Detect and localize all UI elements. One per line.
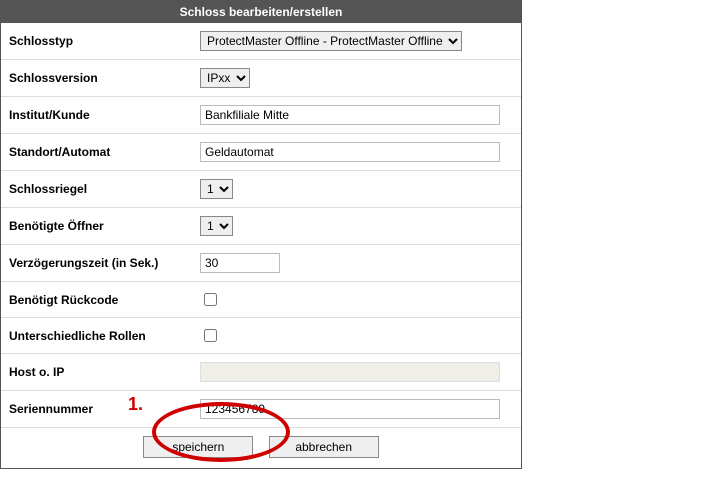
field-host — [200, 362, 500, 382]
input-seriennummer[interactable] — [200, 399, 500, 419]
form-table: Schlosstyp ProtectMaster Offline - Prote… — [1, 23, 521, 428]
label-standort: Standort/Automat — [1, 134, 192, 171]
cancel-button[interactable]: abbrechen — [269, 436, 379, 458]
save-button[interactable]: speichern — [143, 436, 253, 458]
checkbox-rollen[interactable] — [204, 329, 217, 342]
label-institut: Institut/Kunde — [1, 97, 192, 134]
dialog-title: Schloss bearbeiten/erstellen — [1, 1, 521, 23]
dialog-edit-lock: Schloss bearbeiten/erstellen Schlosstyp … — [0, 0, 522, 469]
input-standort[interactable] — [200, 142, 500, 162]
select-schlosstyp[interactable]: ProtectMaster Offline - ProtectMaster Of… — [200, 31, 462, 51]
label-schlosstyp: Schlosstyp — [1, 23, 192, 60]
label-rollen: Unterschiedliche Rollen — [1, 318, 192, 354]
label-schlossriegel: Schlossriegel — [1, 171, 192, 208]
dialog-body: Schlosstyp ProtectMaster Offline - Prote… — [1, 23, 521, 468]
label-rueckcode: Benötigt Rückcode — [1, 282, 192, 318]
checkbox-rueckcode[interactable] — [204, 293, 217, 306]
input-verzoegerung[interactable] — [200, 253, 280, 273]
input-institut[interactable] — [200, 105, 500, 125]
button-row: speichern abbrechen — [1, 428, 521, 468]
label-schlossversion: Schlossversion — [1, 60, 192, 97]
label-oeffner: Benötigte Öffner — [1, 208, 192, 245]
select-schlossriegel[interactable]: 1 — [200, 179, 233, 199]
label-verzoegerung: Verzögerungszeit (in Sek.) — [1, 245, 192, 282]
label-host: Host o. IP — [1, 354, 192, 391]
select-schlossversion[interactable]: IPxx — [200, 68, 250, 88]
label-seriennummer: Seriennummer — [1, 391, 192, 428]
select-oeffner[interactable]: 1 — [200, 216, 233, 236]
